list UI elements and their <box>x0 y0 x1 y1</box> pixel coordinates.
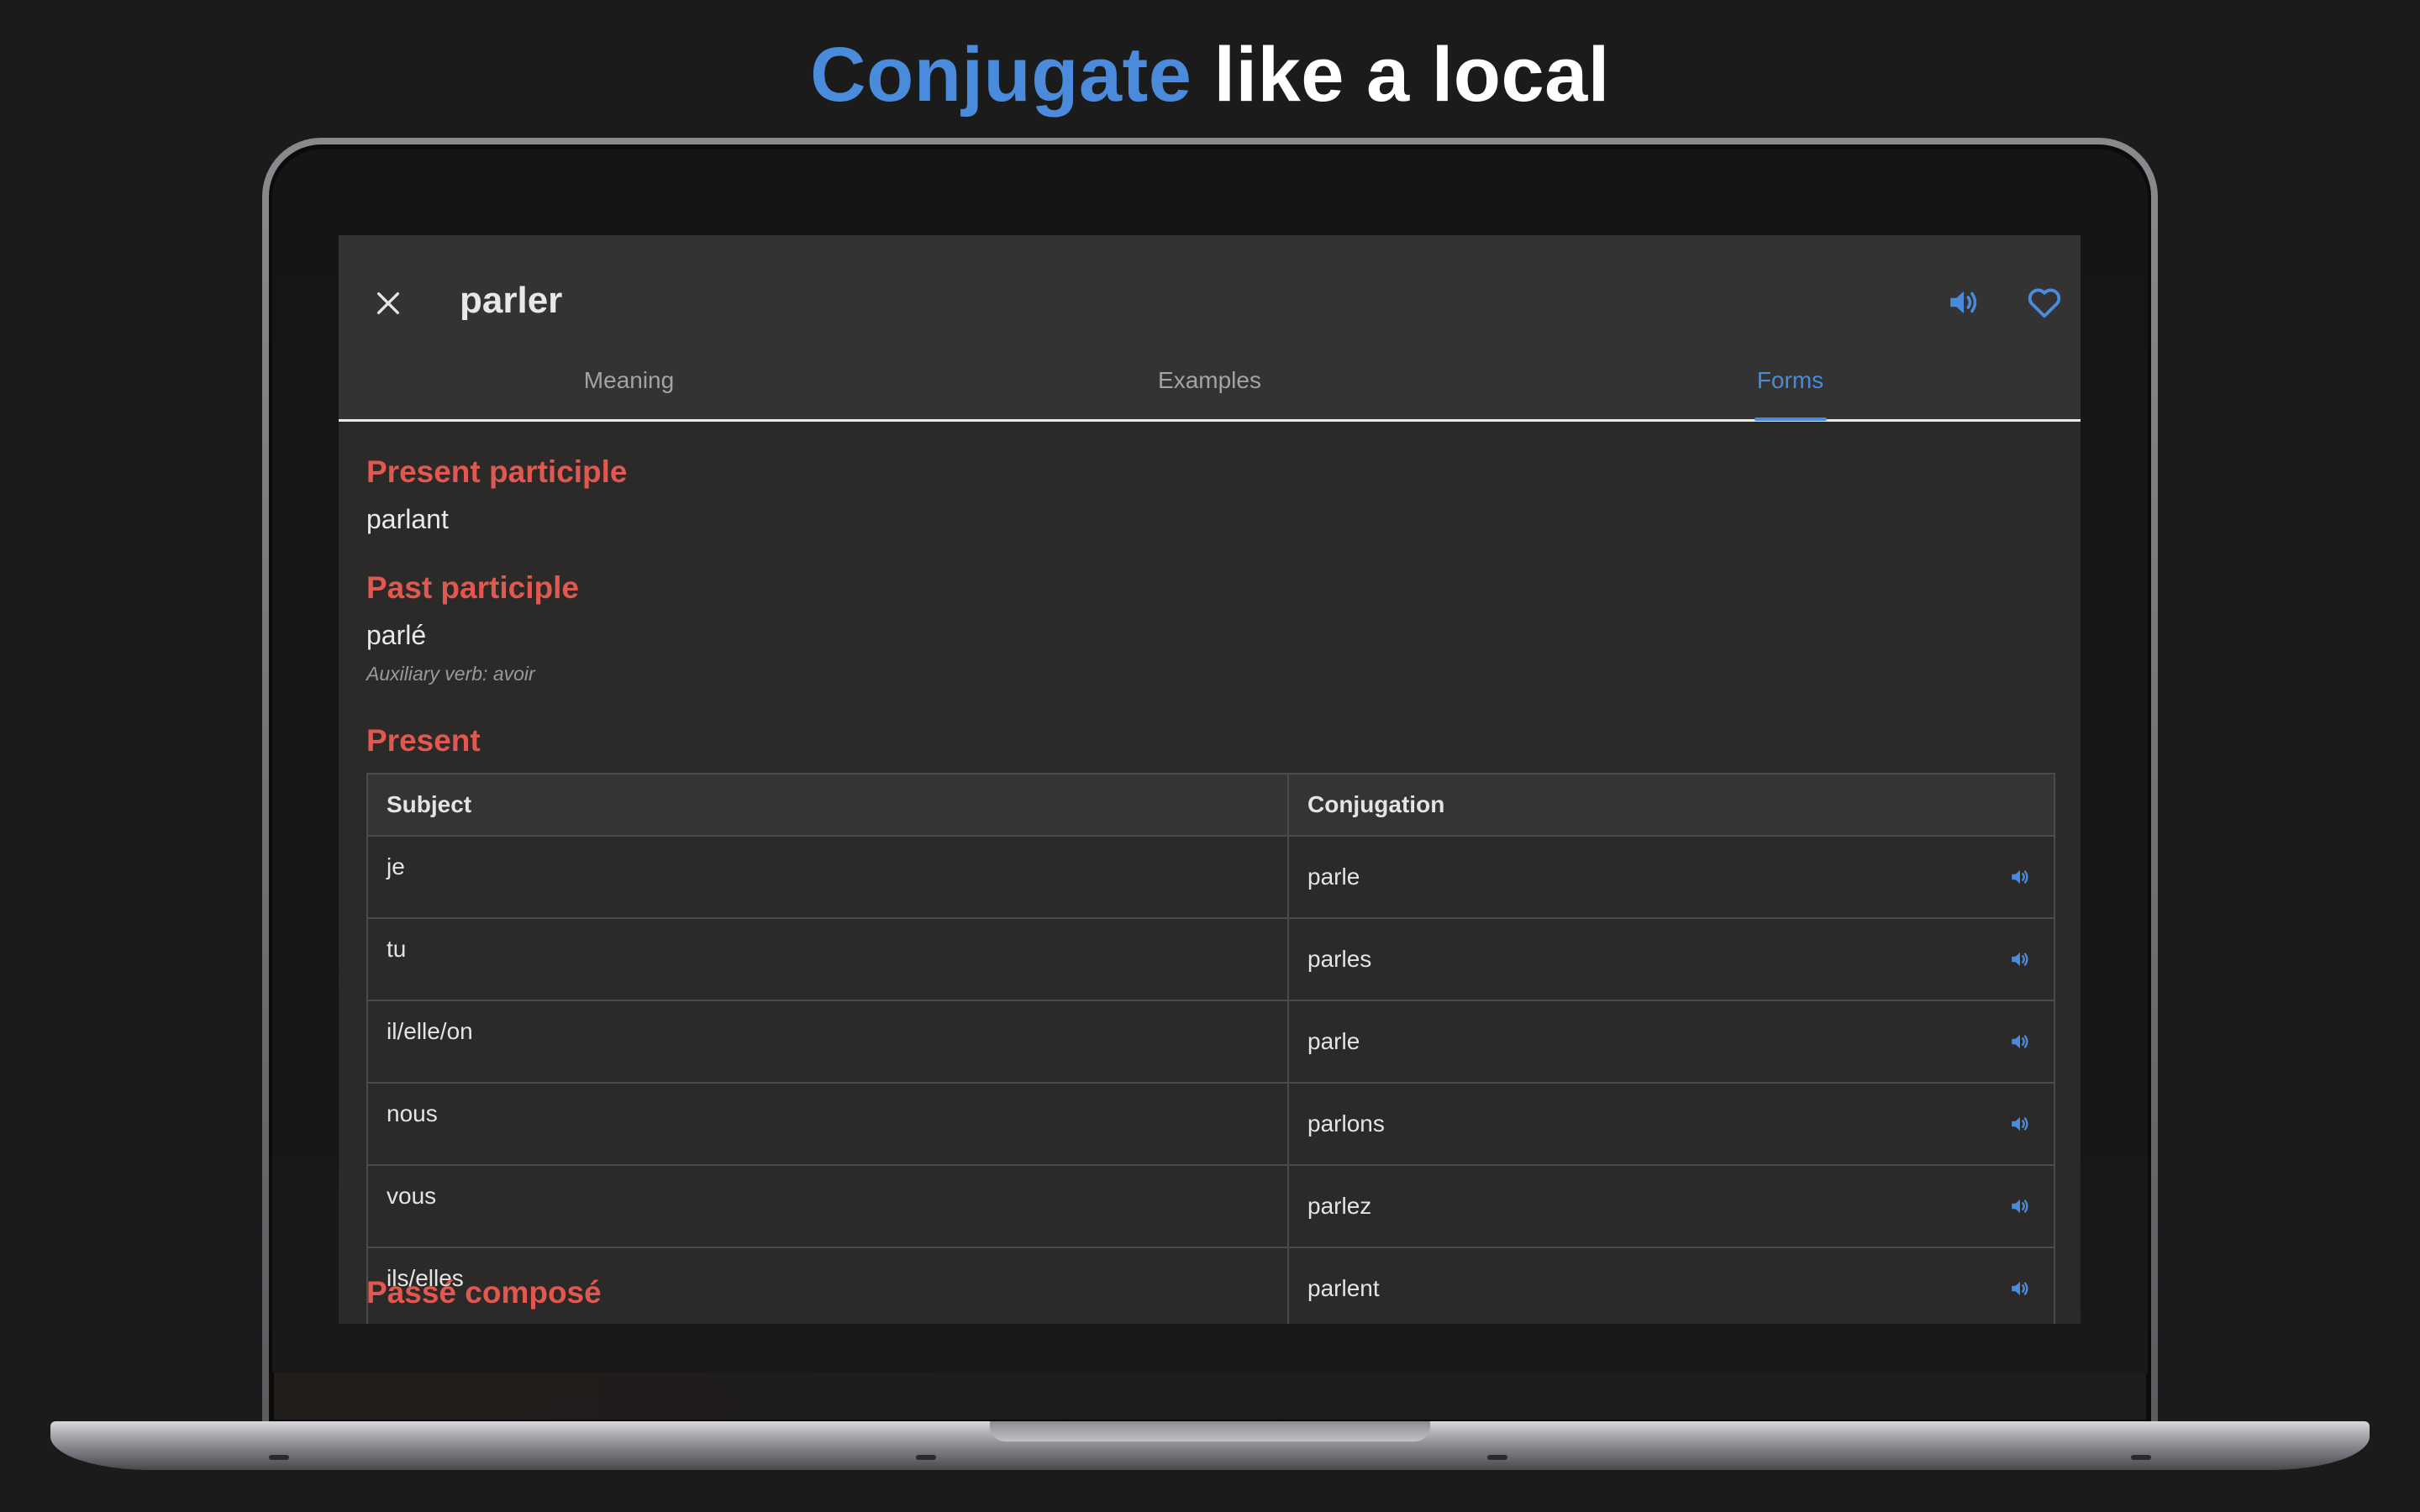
close-icon <box>376 291 400 315</box>
headline-rest: like a local <box>1192 32 1610 118</box>
present-participle-value: parlant <box>366 504 449 534</box>
tab-bar: Meaning Examples Forms <box>339 353 2081 420</box>
heart-icon <box>2028 288 2061 318</box>
headline: Conjugate like a local <box>0 29 2420 121</box>
present-conjugation-table: Subject Conjugation je parle tu parles i… <box>366 773 2055 1324</box>
laptop-foot-left <box>269 1455 289 1460</box>
pronounce-button[interactable] <box>1939 277 1989 328</box>
table-header-row: Subject Conjugation <box>366 773 2055 837</box>
subject-cell: tu <box>366 917 1289 1001</box>
row-speaker-button[interactable] <box>2005 944 2035 974</box>
table-row: vous parlez <box>366 1164 2055 1248</box>
laptop-foot-mid-left <box>916 1455 936 1460</box>
subject-cell: je <box>366 835 1289 919</box>
present-heading: Present <box>366 723 481 758</box>
speaker-icon <box>2012 1034 2028 1049</box>
active-tab-indicator <box>1754 417 1827 421</box>
conjugation-cell: parlent <box>1287 1247 2055 1324</box>
app-header: parler Meaning Examples Forms <box>339 235 2081 421</box>
conjugation-text: parle <box>1307 864 1360 890</box>
tab-meaning[interactable]: Meaning <box>339 353 919 420</box>
subject-cell: nous <box>366 1082 1289 1166</box>
table-row: nous parlons <box>366 1082 2055 1166</box>
subject-cell: il/elle/on <box>366 1000 1289 1084</box>
speaker-icon <box>2012 952 2028 967</box>
past-participle-heading: Past participle <box>366 570 579 605</box>
conjugation-text: parles <box>1307 946 1372 972</box>
row-speaker-button[interactable] <box>2005 1191 2035 1221</box>
tab-forms[interactable]: Forms <box>1500 353 2081 420</box>
laptop-foot-mid-right <box>1487 1455 1507 1460</box>
row-speaker-button[interactable] <box>2005 1109 2035 1139</box>
subject-cell: vous <box>366 1164 1289 1248</box>
table-row: tu parles <box>366 917 2055 1001</box>
speaker-icon <box>1950 291 1977 314</box>
conjugation-text: parlez <box>1307 1193 1372 1219</box>
app-window: parler Meaning Examples Forms Present pa… <box>339 235 2081 1324</box>
favorite-button[interactable] <box>2019 277 2070 328</box>
conjugation-cell: parle <box>1287 1000 2055 1084</box>
laptop-notch <box>990 1421 1430 1441</box>
conjugation-cell: parlez <box>1287 1164 2055 1248</box>
conjugation-text: parle <box>1307 1028 1360 1054</box>
headline-accent: Conjugate <box>810 32 1192 118</box>
table-row: je parle <box>366 835 2055 919</box>
conjugation-cell: parles <box>1287 917 2055 1001</box>
word-title: parler <box>460 280 563 321</box>
speaker-icon <box>2012 1281 2028 1296</box>
laptop-foot-right <box>2131 1455 2151 1460</box>
row-speaker-button[interactable] <box>2005 1026 2035 1057</box>
conjugation-cell: parlons <box>1287 1082 2055 1166</box>
conjugation-text: parlent <box>1307 1275 1380 1301</box>
speaker-icon <box>2012 1199 2028 1214</box>
close-button[interactable] <box>364 279 413 328</box>
column-header-subject: Subject <box>366 773 1289 837</box>
conjugation-cell: parle <box>1287 835 2055 919</box>
tab-examples[interactable]: Examples <box>919 353 1500 420</box>
table-row: ils/elles parlent <box>366 1247 2055 1324</box>
speaker-icon <box>2012 869 2028 885</box>
past-participle-value: parlé <box>366 620 427 650</box>
table-row: il/elle/on parle <box>366 1000 2055 1084</box>
row-speaker-button[interactable] <box>2005 1273 2035 1304</box>
row-speaker-button[interactable] <box>2005 862 2035 892</box>
speaker-icon <box>2012 1116 2028 1131</box>
screen-bottom-strip <box>274 1373 2146 1420</box>
conjugation-text: parlons <box>1307 1110 1385 1137</box>
passe-compose-heading: Passé composé <box>366 1275 602 1310</box>
present-participle-heading: Present participle <box>366 454 628 489</box>
auxiliary-verb-note: Auxiliary verb: avoir <box>366 663 535 685</box>
column-header-conjugation: Conjugation <box>1287 773 2055 837</box>
